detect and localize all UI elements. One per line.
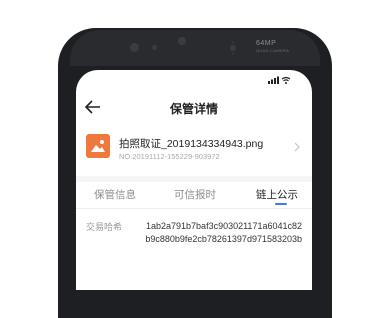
tab-bar-border (76, 208, 312, 209)
front-camera-icon (130, 43, 139, 52)
active-tab-indicator (275, 203, 287, 205)
status-bar-icons (268, 76, 291, 84)
camera-label: 64MP (256, 40, 277, 47)
tab-trusted-timestamp[interactable]: 可信报时 (174, 182, 216, 208)
transaction-hash-value: 1ab2a791b7baf3c903021171a6041c82b9c880b9… (145, 221, 302, 244)
wifi-icon (281, 76, 291, 84)
camera-sublabel: QUAD CAMERA (256, 48, 290, 53)
chevron-right-icon (294, 142, 300, 152)
file-number: NO.20191112-155229-903972 (119, 152, 220, 161)
file-name: 拍照取证_2019134334943.png (119, 138, 264, 150)
app-screen: 保管详情 拍照取证_2019134334943.png NO.20191112-… (76, 70, 312, 290)
camera-flash-icon (230, 41, 236, 55)
page-title: 保管详情 (169, 102, 218, 116)
file-card[interactable]: 拍照取证_2019134334943.png NO.20191112-15522… (86, 134, 306, 168)
front-camera-icon (178, 37, 186, 45)
signal-icon (268, 76, 279, 84)
transaction-hash-label: 交易哈希 (86, 222, 123, 232)
image-file-icon (86, 134, 110, 158)
front-camera-icon (152, 45, 157, 50)
tab-custody-info[interactable]: 保管信息 (94, 182, 136, 208)
